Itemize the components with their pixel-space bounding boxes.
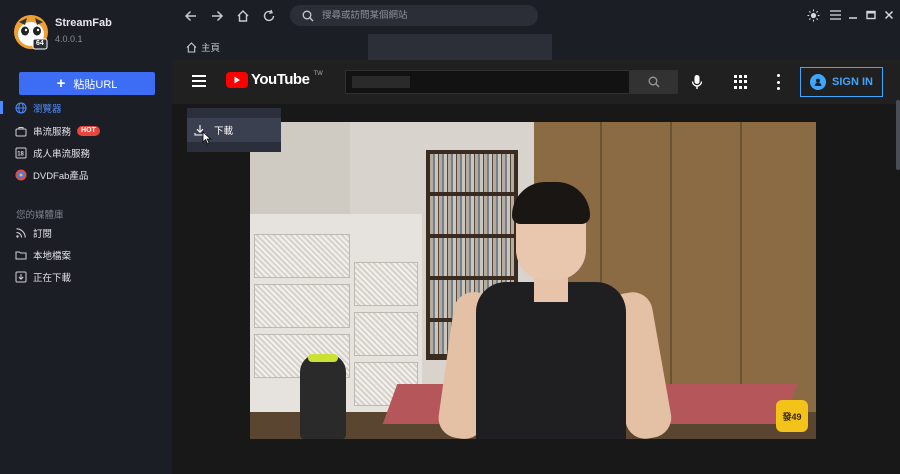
youtube-header: YouTube TW SIGN IN [172, 60, 900, 104]
sidebar-item-subscriptions[interactable]: 訂閱 [14, 225, 52, 241]
adult-18-icon: 18 [14, 147, 27, 160]
active-indicator [0, 101, 3, 114]
minimize-button[interactable] [846, 8, 860, 22]
theme-toggle-button[interactable] [806, 8, 820, 22]
download-label: 下載 [214, 126, 234, 137]
webview-youtube: YouTube TW SIGN IN 發49 下載 [172, 60, 900, 474]
video-person [435, 182, 686, 439]
address-bar[interactable] [290, 5, 538, 26]
search-query-redacted [352, 76, 410, 88]
sidebar-item-label: 串流服務 [33, 127, 72, 138]
app-name: StreamFab [55, 17, 112, 29]
refresh-icon [263, 9, 275, 22]
youtube-play-icon [226, 72, 248, 88]
close-icon [884, 10, 894, 20]
sidebar-item-local-files[interactable]: 本地檔案 [14, 247, 71, 263]
mouse-cursor-icon [202, 131, 212, 150]
svg-text:18: 18 [17, 152, 24, 158]
library-section-label: 您的媒體庫 [16, 210, 64, 221]
app-version: 4.0.0.1 [55, 34, 83, 44]
app-window: 64 StreamFab 4.0.0.1 + 粘貼URL 瀏覽器 串流服務 HO… [0, 0, 900, 474]
sidebar-item-streaming[interactable]: 串流服務 HOT [14, 123, 100, 139]
more-vertical-icon[interactable] [776, 74, 780, 90]
back-button[interactable] [182, 7, 200, 25]
sidebar-item-label: 正在下載 [33, 273, 72, 284]
scrollbar[interactable] [896, 100, 900, 170]
home-button[interactable] [234, 7, 252, 25]
arrow-right-icon [212, 10, 224, 22]
search-icon [648, 76, 660, 88]
sidebar: 64 StreamFab 4.0.0.1 + 粘貼URL 瀏覽器 串流服務 HO… [0, 0, 172, 474]
sidebar-item-adult-streaming[interactable]: 18 成人串流服務 [14, 145, 90, 161]
hamburger-icon [829, 10, 841, 20]
browser-toolbar [172, 0, 900, 32]
youtube-menu-button[interactable] [192, 75, 206, 87]
rss-icon [14, 227, 27, 240]
tab-home-label: 主頁 [201, 43, 221, 54]
tab-home[interactable]: 主頁 [186, 40, 220, 54]
sidebar-item-dvdfab[interactable]: DVDFab產品 [14, 167, 88, 183]
briefcase-icon [14, 125, 27, 138]
globe-icon [14, 102, 27, 115]
sidebar-item-label: 訂閱 [33, 229, 53, 240]
search-icon [302, 10, 314, 21]
sidebar-item-label: 瀏覽器 [33, 104, 62, 115]
youtube-search-button[interactable] [630, 70, 678, 94]
streamfab-logo: 64 [13, 14, 49, 50]
folder-icon [14, 249, 27, 262]
forward-button[interactable] [208, 7, 226, 25]
sidebar-item-downloading[interactable]: 正在下載 [14, 269, 71, 285]
arrow-left-icon [184, 10, 196, 22]
paste-url-button[interactable]: + 粘貼URL [19, 72, 155, 95]
minimize-icon [849, 17, 857, 19]
youtube-region: TW [313, 71, 323, 77]
sun-icon [807, 9, 819, 21]
sidebar-item-label: 成人串流服務 [33, 149, 91, 160]
sign-in-label: SIGN IN [832, 76, 873, 88]
youtube-wordmark: YouTube [251, 71, 310, 88]
plus-icon: + [56, 75, 66, 92]
refresh-button[interactable] [260, 7, 278, 25]
dvdfab-logo-icon [14, 169, 27, 182]
logo-badge: 64 [36, 40, 44, 47]
sidebar-item-label: 本地檔案 [33, 251, 72, 262]
maximize-icon [866, 10, 876, 20]
video-corner-badge: 發49 [776, 400, 808, 432]
home-icon [186, 41, 197, 53]
tab-bar: 主頁 [172, 32, 900, 60]
home-icon [237, 10, 249, 22]
sign-in-button[interactable]: SIGN IN [800, 67, 883, 97]
close-button[interactable] [882, 8, 896, 22]
apps-grid-icon[interactable] [734, 75, 748, 89]
download-box-icon [14, 271, 27, 284]
sidebar-item-browser[interactable]: 瀏覽器 [14, 100, 62, 116]
paste-url-label: 粘貼URL [73, 78, 118, 91]
user-icon [810, 74, 827, 90]
address-input[interactable] [322, 10, 522, 21]
youtube-logo[interactable]: YouTube TW [226, 71, 323, 88]
microphone-icon [691, 75, 703, 89]
youtube-search-input[interactable] [345, 70, 630, 94]
menu-button[interactable] [828, 8, 842, 22]
hot-badge: HOT [77, 126, 100, 136]
sidebar-item-label: DVDFab產品 [33, 171, 89, 182]
voice-search-button[interactable] [690, 73, 704, 91]
maximize-button[interactable] [864, 8, 878, 22]
tab-placeholder[interactable] [368, 34, 552, 60]
video-player[interactable]: 發49 [250, 122, 816, 439]
